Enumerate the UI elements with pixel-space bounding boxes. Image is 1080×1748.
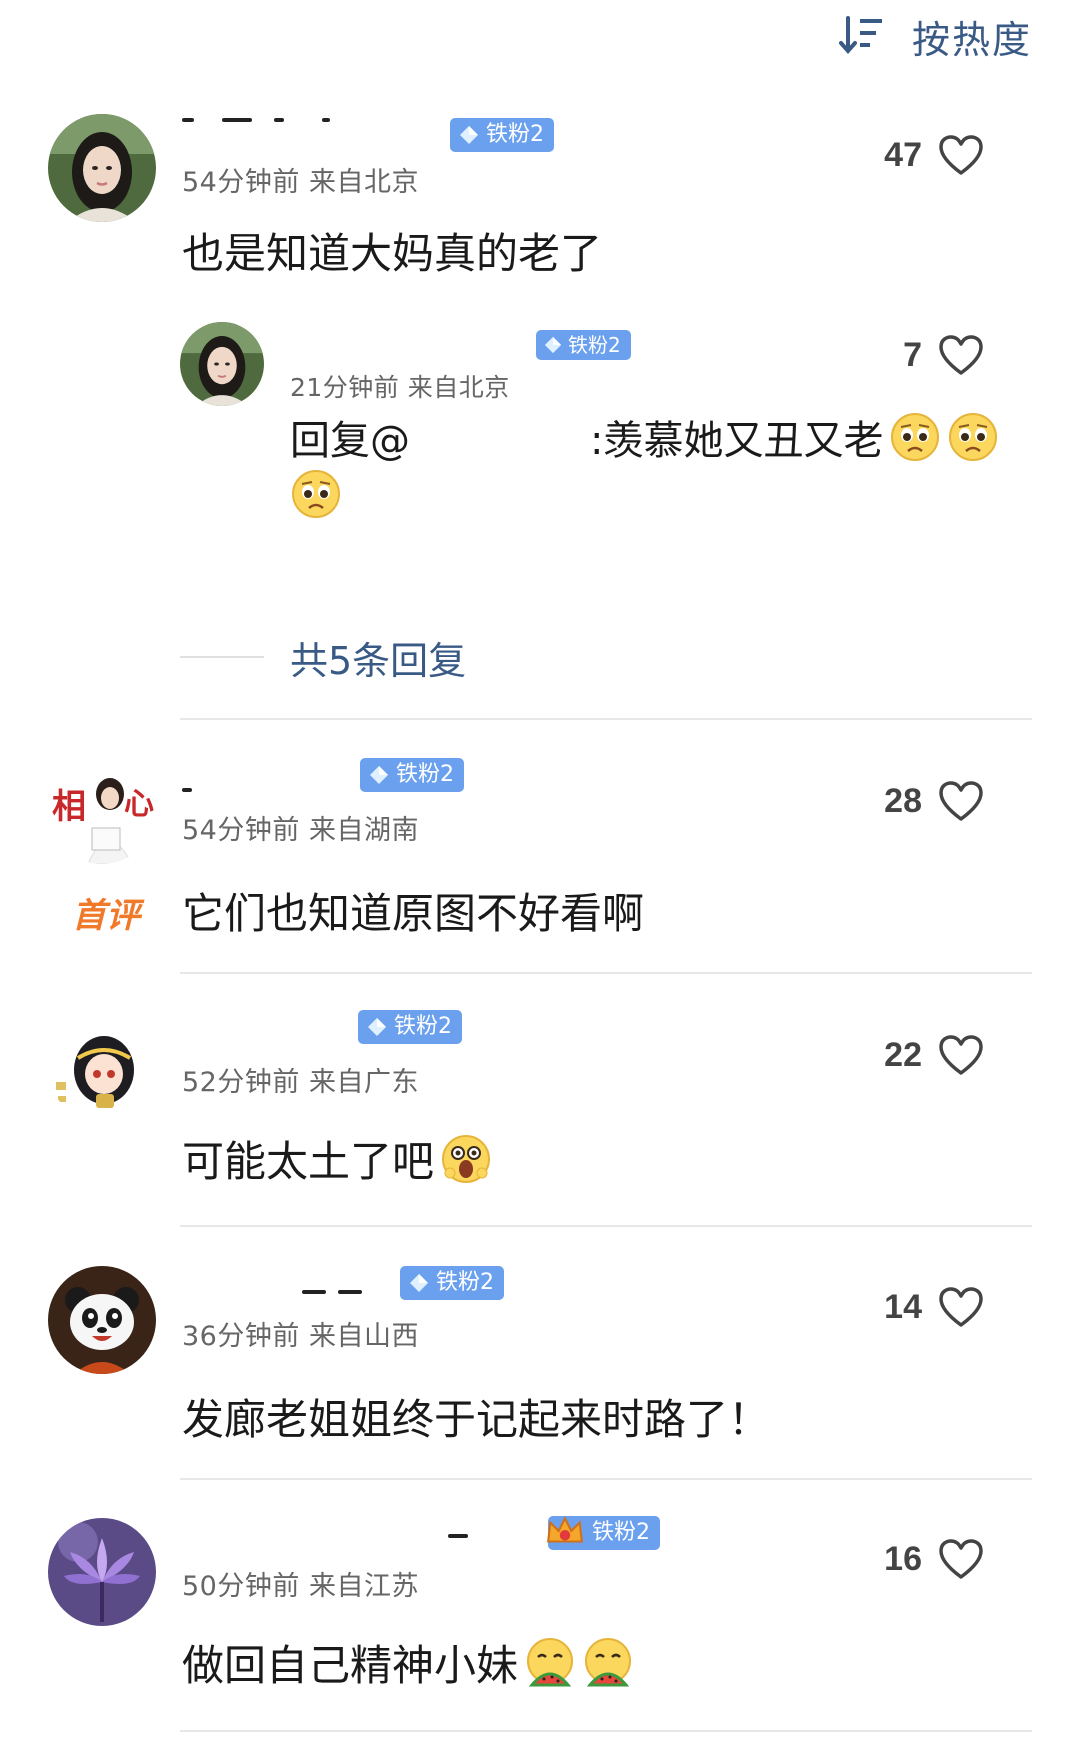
heart-icon [939,135,983,175]
reply-prefix: 回复@ [290,418,410,464]
diamond-icon [368,1018,386,1036]
comment-meta: 54分钟前 来自北京 [182,167,419,198]
username-redacted[interactable] [182,110,412,134]
like-button[interactable]: 22 [884,1034,984,1076]
like-count: 14 [884,1287,922,1326]
avatar[interactable]: 相 心 [48,756,156,864]
first-comment-tag: 首评 [72,896,140,936]
sort-descending-icon [838,16,882,55]
like-button[interactable]: 7 [903,334,984,376]
shocked-face-emoji [440,1133,492,1185]
avatar[interactable] [180,322,264,406]
heart-icon [939,1539,983,1579]
username-redacted[interactable] [182,1528,492,1552]
divider [180,972,1032,974]
fan-badge[interactable]: 铁粉2 [450,118,554,152]
fan-badge[interactable]: 铁粉2 [358,1010,462,1044]
like-button[interactable]: 28 [884,780,984,822]
eating-watermelon-emoji [582,1637,634,1689]
avatar[interactable] [48,1266,156,1374]
avatar[interactable] [48,114,156,222]
fan-badge[interactable]: 铁粉2 [547,1516,660,1550]
heart-icon [939,335,983,375]
like-button[interactable]: 47 [884,134,984,176]
username-redacted[interactable] [182,778,322,802]
comment-body: 做回自己精神小妹 [182,1641,519,1690]
like-count: 22 [884,1035,922,1074]
diamond-icon [410,1274,428,1292]
divider [180,1225,1032,1227]
divider [180,1730,1032,1732]
reply-meta: 21分钟前 来自北京 [290,373,510,402]
comment-text: 可能太土了吧 [182,1128,492,1189]
divider [180,1478,1032,1480]
sort-toggle[interactable]: 按热度 [838,8,1032,64]
comment-meta: 36分钟前 来自山西 [182,1321,419,1352]
avatar[interactable] [48,1014,156,1122]
diamond-icon [544,336,562,354]
username-redacted[interactable] [182,1276,382,1300]
comment-meta: 52分钟前 来自广东 [182,1067,419,1098]
fan-badge[interactable]: 铁粉2 [360,758,464,792]
svg-text:相: 相 [52,787,86,827]
comment-text: 它们也知道原图不好看啊 [182,889,645,938]
comment-text: 也是知道大妈真的老了 [182,229,603,278]
more-replies-link[interactable]: 共5条回复 [290,630,466,685]
svg-text:心: 心 [124,787,154,822]
heart-icon [939,1035,983,1075]
reply-body: :羡慕她又丑又老 [590,418,884,464]
like-button[interactable]: 14 [884,1286,984,1328]
fan-badge[interactable]: 铁粉2 [400,1266,504,1300]
fan-badge[interactable]: 铁粉2 [536,330,631,360]
heart-icon [939,781,983,821]
comment-meta: 50分钟前 来自江苏 [182,1571,419,1602]
like-count: 28 [884,781,922,820]
like-count: 16 [884,1539,922,1578]
heart-icon [939,1287,983,1327]
pleading-face-emoji [889,411,941,463]
eating-watermelon-emoji [524,1637,576,1689]
like-count: 47 [884,135,922,174]
pleading-face-emoji [947,411,999,463]
diamond-icon [370,766,388,784]
reply-text-wrap [290,468,342,520]
like-button[interactable]: 16 [884,1538,984,1580]
diamond-icon [460,126,478,144]
divider [180,718,1032,720]
crown-icon [547,1516,583,1543]
pleading-face-emoji [290,468,342,520]
sort-label: 按热度 [911,17,1032,62]
more-replies-divider [180,656,264,658]
reply-text: 回复@ :羡慕她又丑又老 [290,408,999,466]
comment-body: 可能太土了吧 [182,1137,435,1186]
avatar[interactable] [48,1518,156,1626]
comment-meta: 54分钟前 来自湖南 [182,815,419,846]
like-count: 7 [903,335,922,374]
comment-text: 发廊老姐姐终于记起来时路了！ [182,1395,771,1444]
comment-text: 做回自己精神小妹 [182,1632,634,1693]
